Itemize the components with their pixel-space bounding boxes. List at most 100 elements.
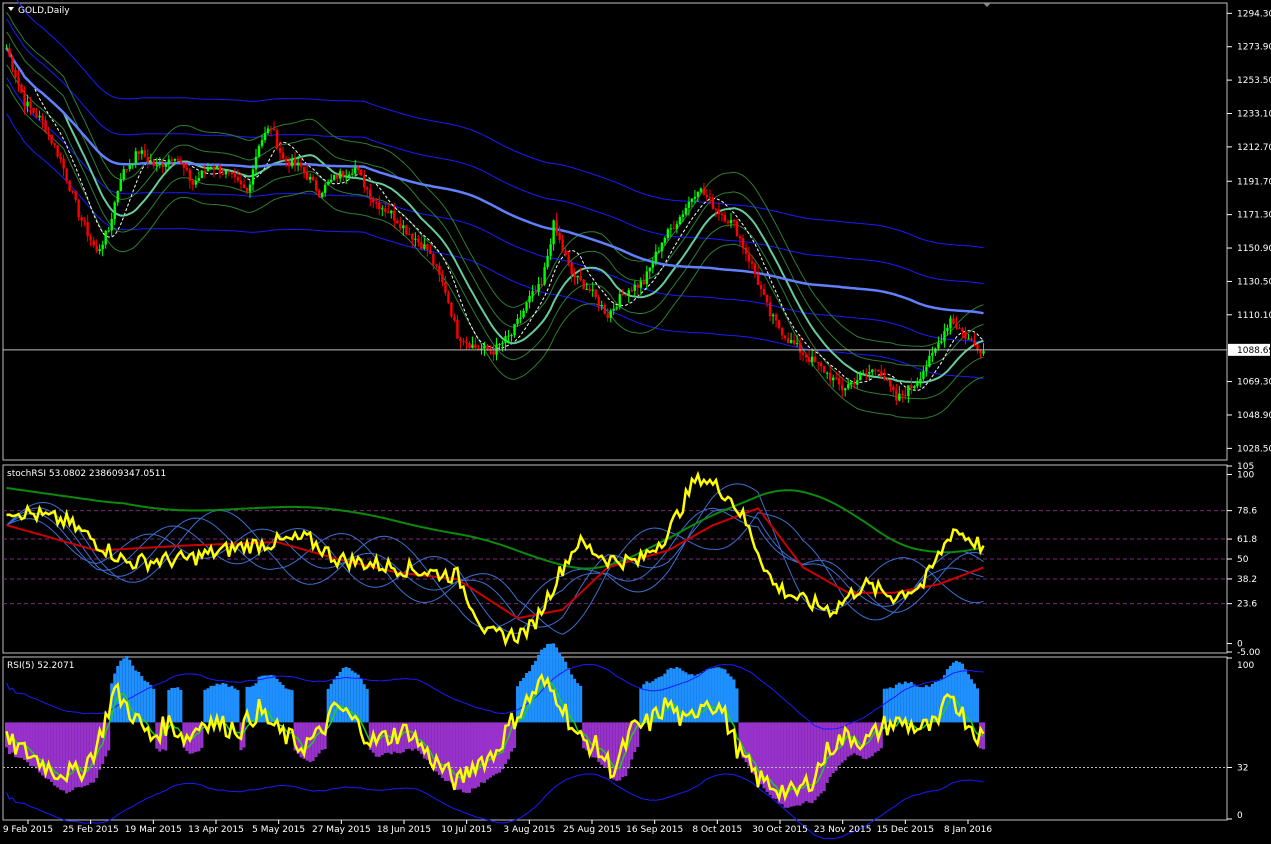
candle	[348, 174, 351, 177]
rsi-histogram-bar	[831, 722, 835, 774]
candle	[696, 191, 700, 197]
candle	[558, 232, 561, 240]
candle	[732, 219, 736, 222]
candle	[498, 343, 501, 345]
price-tick-label: 1028.50	[1237, 444, 1271, 454]
candle	[116, 191, 119, 203]
price-plot-area[interactable]	[3, 0, 1227, 419]
chart-shift-icon[interactable]	[983, 3, 991, 7]
candle	[173, 159, 177, 161]
rsi-histogram-bar	[170, 687, 174, 723]
rsi-histogram-bar	[921, 687, 925, 723]
candle	[729, 219, 733, 224]
rsi-histogram-bar	[149, 685, 153, 723]
candle	[834, 377, 838, 379]
candle	[269, 128, 273, 130]
envelope-line	[6, 77, 984, 344]
rsi-histogram-bar	[140, 676, 144, 723]
candle	[188, 169, 192, 181]
candle	[850, 382, 853, 385]
candle	[354, 167, 357, 174]
candle	[783, 335, 787, 339]
rsi-histogram-bar	[816, 722, 820, 797]
rsi-histogram-bar	[71, 722, 75, 791]
rsi-histogram-bar	[579, 685, 583, 723]
candle	[901, 393, 904, 396]
candle	[825, 372, 829, 374]
rsi-histogram-bar	[251, 685, 255, 723]
candle	[973, 340, 976, 345]
candle	[390, 210, 393, 214]
envelope-line	[6, 18, 984, 285]
date-tick-label: 19 Mar 2015	[125, 825, 182, 835]
trading-chart: 1294.30 1273.90 1253.50 1233.10 1212.70 1191.…	[2, 0, 1271, 840]
candle	[865, 373, 868, 375]
candle	[859, 373, 862, 381]
rsi-histogram-bar	[29, 722, 33, 767]
rsi-histogram-bar	[122, 658, 126, 723]
rsi-histogram-bar	[68, 722, 72, 792]
candle	[113, 202, 116, 219]
candle	[161, 163, 165, 167]
candle	[841, 384, 844, 391]
candle	[191, 180, 195, 185]
rsi-histogram-bar	[975, 688, 979, 723]
candle	[654, 251, 658, 263]
candle	[56, 145, 59, 157]
stoch-band	[6, 507, 984, 634]
candle	[396, 220, 399, 224]
stoch-tick-label: 23.6	[1237, 600, 1257, 610]
candle	[344, 176, 348, 178]
date-tick-label: 10 Jul 2015	[441, 825, 492, 835]
candle	[287, 161, 291, 167]
candle	[206, 168, 210, 172]
rsi-histogram-bar	[573, 678, 577, 723]
candle	[98, 249, 101, 252]
rsi-histogram-bar	[714, 667, 718, 723]
candle	[110, 218, 113, 231]
rsi-histogram-bar	[639, 688, 643, 723]
rsi-histogram-bar	[143, 680, 147, 723]
candle	[934, 348, 937, 353]
rsi-histogram-bar	[717, 667, 721, 723]
rsi-plot-area[interactable]	[3, 643, 1227, 840]
candle	[326, 182, 330, 185]
candle	[59, 156, 62, 159]
candle	[29, 101, 32, 108]
candle	[651, 262, 655, 268]
symbol-dropdown-icon[interactable]	[8, 7, 14, 11]
candle	[134, 151, 137, 164]
candle	[705, 194, 709, 198]
candle	[429, 249, 432, 254]
candle	[140, 150, 143, 154]
candle	[678, 216, 682, 225]
candle	[768, 302, 772, 317]
candle	[465, 342, 468, 344]
stoch-tick-label: 38.2	[1237, 575, 1257, 585]
candle	[618, 294, 621, 308]
rsi-histogram-bar	[20, 722, 24, 758]
stoch-plot-area[interactable]	[3, 470, 1227, 648]
candle	[369, 189, 372, 200]
candle	[290, 158, 294, 167]
candle	[155, 165, 159, 167]
candle	[137, 151, 140, 154]
candle	[606, 314, 609, 318]
rsi-histogram-bar	[735, 688, 739, 723]
candle	[122, 169, 125, 180]
rsi-histogram-bar	[771, 722, 775, 799]
rsi-histogram-bar	[912, 684, 916, 723]
candle	[501, 342, 504, 344]
date-tick-label: 15 Dec 2015	[877, 825, 935, 835]
rsi-histogram-bar	[86, 722, 90, 786]
candle	[702, 188, 706, 195]
candle	[615, 307, 618, 309]
candle	[844, 388, 847, 391]
candle	[329, 179, 333, 183]
candle	[856, 380, 859, 385]
rsi-histogram-bar	[65, 722, 69, 794]
candle	[441, 274, 444, 283]
candle	[507, 335, 510, 337]
symbol-label: GOLD,Daily	[18, 6, 70, 16]
price-tick-label: 1212.70	[1237, 143, 1271, 153]
